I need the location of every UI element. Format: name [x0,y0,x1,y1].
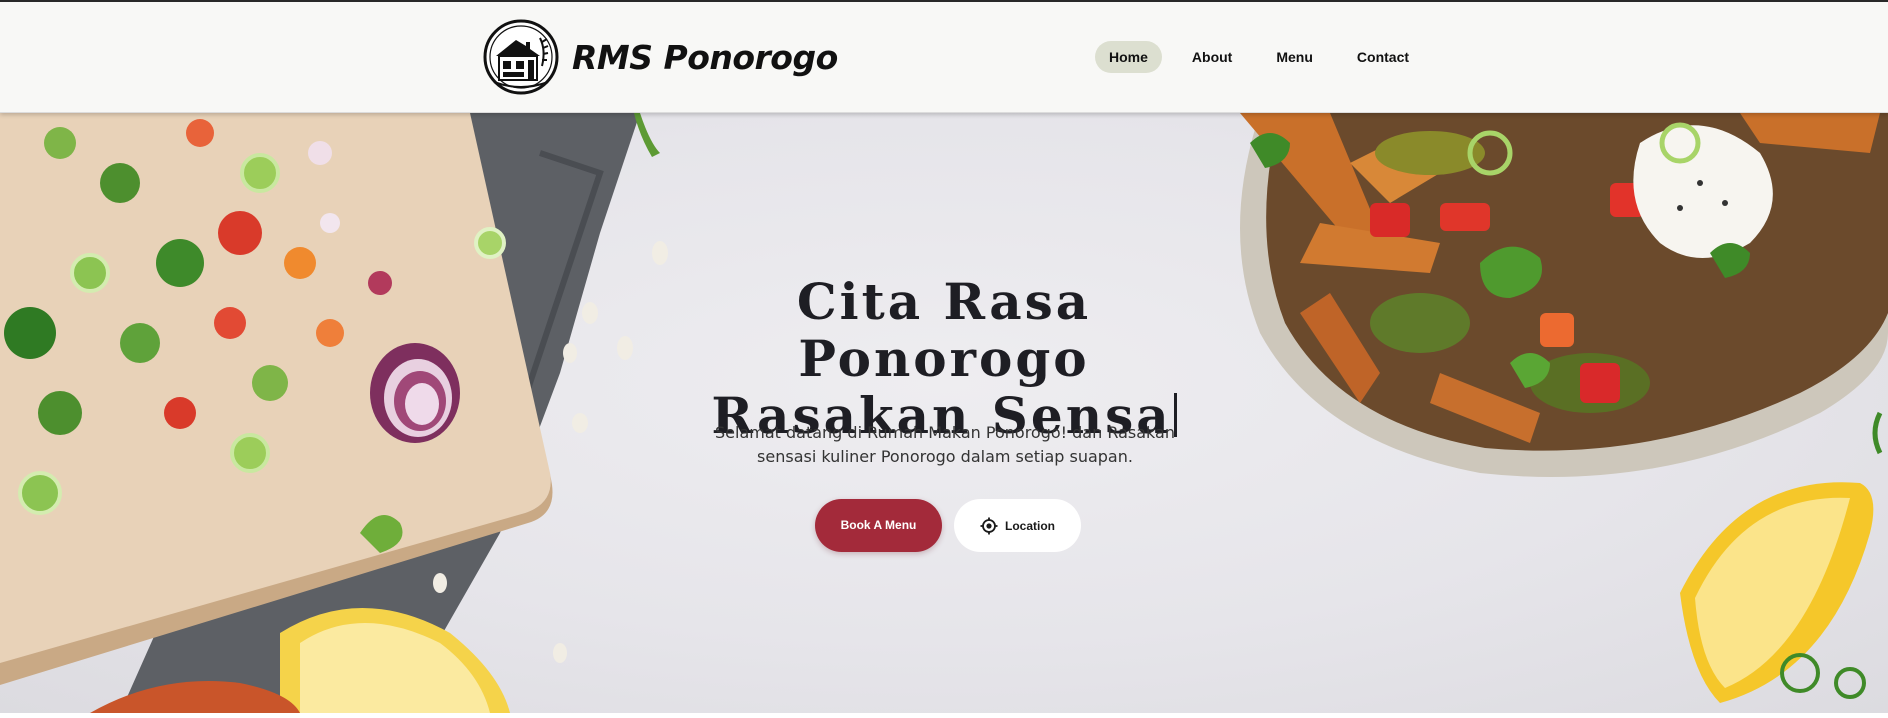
main-nav: Home About Menu Contact [1095,41,1439,73]
nav-item-contact[interactable]: Contact [1343,41,1423,73]
brand-name: RMS Ponorogo [572,37,838,77]
hero-section: Cita Rasa Ponorogo Rasakan Sensa Selamat… [0,113,1888,713]
hero-title-line1: Cita Rasa Ponorogo [796,272,1092,388]
brand[interactable]: RMS Ponorogo [482,15,838,99]
book-a-menu-label: Book A Menu [840,518,917,532]
location-label: Location [1005,518,1055,533]
crosshair-location-icon [980,517,998,534]
hero-subtitle: Selamat datang di Rumah Makan Ponorogo! … [715,423,1175,466]
bottom-border [0,713,1888,718]
hero-title: Cita Rasa Ponorogo Rasakan Sensa [644,273,1244,444]
navbar: RMS Ponorogo Home About Menu Contact [0,2,1888,113]
book-a-menu-button[interactable]: Book A Menu [815,499,942,552]
location-button[interactable]: Location [954,499,1081,552]
hero-content: Cita Rasa Ponorogo Rasakan Sensa Selamat… [0,113,1888,713]
nav-item-about[interactable]: About [1178,41,1246,73]
nav-item-menu[interactable]: Menu [1262,41,1327,73]
nav-item-home[interactable]: Home [1095,41,1162,73]
restaurant-house-logo [483,19,559,95]
